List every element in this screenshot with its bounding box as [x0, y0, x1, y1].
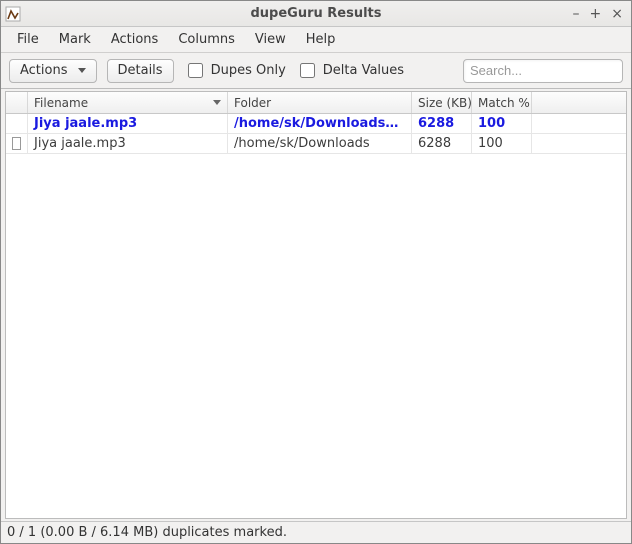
cell-match: 100 — [472, 134, 532, 153]
actions-dropdown-label: Actions — [20, 63, 68, 78]
menu-view[interactable]: View — [245, 29, 296, 50]
row-checkbox-cell — [6, 114, 28, 133]
menu-help[interactable]: Help — [296, 29, 346, 50]
delta-values-checkbox[interactable] — [300, 63, 315, 78]
menu-file[interactable]: File — [7, 29, 49, 50]
cell-folder: /home/sk/Downloads — [228, 134, 412, 153]
results-table: Filename Folder Size (KB) Match % Jiya j… — [5, 91, 627, 519]
window-controls: – + × — [573, 6, 627, 22]
delta-values-toggle[interactable]: Delta Values — [296, 60, 404, 81]
dupes-only-checkbox[interactable] — [188, 63, 203, 78]
column-checkbox[interactable] — [6, 92, 28, 113]
row-checkbox[interactable] — [12, 137, 21, 150]
toolbar: Actions Details Dupes Only Delta Values — [1, 53, 631, 89]
table-row[interactable]: Jiya jaale.mp3 /home/sk/Downloads… 6288 … — [6, 114, 626, 134]
minimize-button[interactable]: – — [573, 6, 580, 22]
cell-filename: Jiya jaale.mp3 — [28, 114, 228, 133]
details-button-label: Details — [118, 63, 163, 78]
menu-columns[interactable]: Columns — [168, 29, 245, 50]
titlebar: dupeGuru Results – + × — [1, 1, 631, 27]
cell-filename: Jiya jaale.mp3 — [28, 134, 228, 153]
column-match[interactable]: Match % — [472, 92, 532, 113]
column-folder[interactable]: Folder — [228, 92, 412, 113]
close-button[interactable]: × — [611, 6, 623, 22]
menubar: File Mark Actions Columns View Help — [1, 27, 631, 53]
details-button[interactable]: Details — [107, 59, 174, 83]
dupes-only-toggle[interactable]: Dupes Only — [184, 60, 286, 81]
cell-match: 100 — [472, 114, 532, 133]
statusbar: 0 / 1 (0.00 B / 6.14 MB) duplicates mark… — [1, 521, 631, 543]
menu-mark[interactable]: Mark — [49, 29, 101, 50]
row-checkbox-cell[interactable] — [6, 134, 28, 153]
actions-dropdown[interactable]: Actions — [9, 59, 97, 83]
dupes-only-label: Dupes Only — [211, 63, 286, 78]
column-size[interactable]: Size (KB) — [412, 92, 472, 113]
maximize-button[interactable]: + — [590, 6, 602, 22]
app-icon — [5, 6, 21, 22]
window-title: dupeGuru Results — [1, 6, 631, 21]
search-input[interactable] — [463, 59, 623, 83]
cell-folder: /home/sk/Downloads… — [228, 114, 412, 133]
status-text: 0 / 1 (0.00 B / 6.14 MB) duplicates mark… — [7, 525, 287, 540]
column-filename[interactable]: Filename — [28, 92, 228, 113]
cell-size: 6288 — [412, 134, 472, 153]
table-header: Filename Folder Size (KB) Match % — [6, 92, 626, 114]
cell-size: 6288 — [412, 114, 472, 133]
table-row[interactable]: Jiya jaale.mp3 /home/sk/Downloads 6288 1… — [6, 134, 626, 154]
menu-actions[interactable]: Actions — [101, 29, 169, 50]
delta-values-label: Delta Values — [323, 63, 404, 78]
